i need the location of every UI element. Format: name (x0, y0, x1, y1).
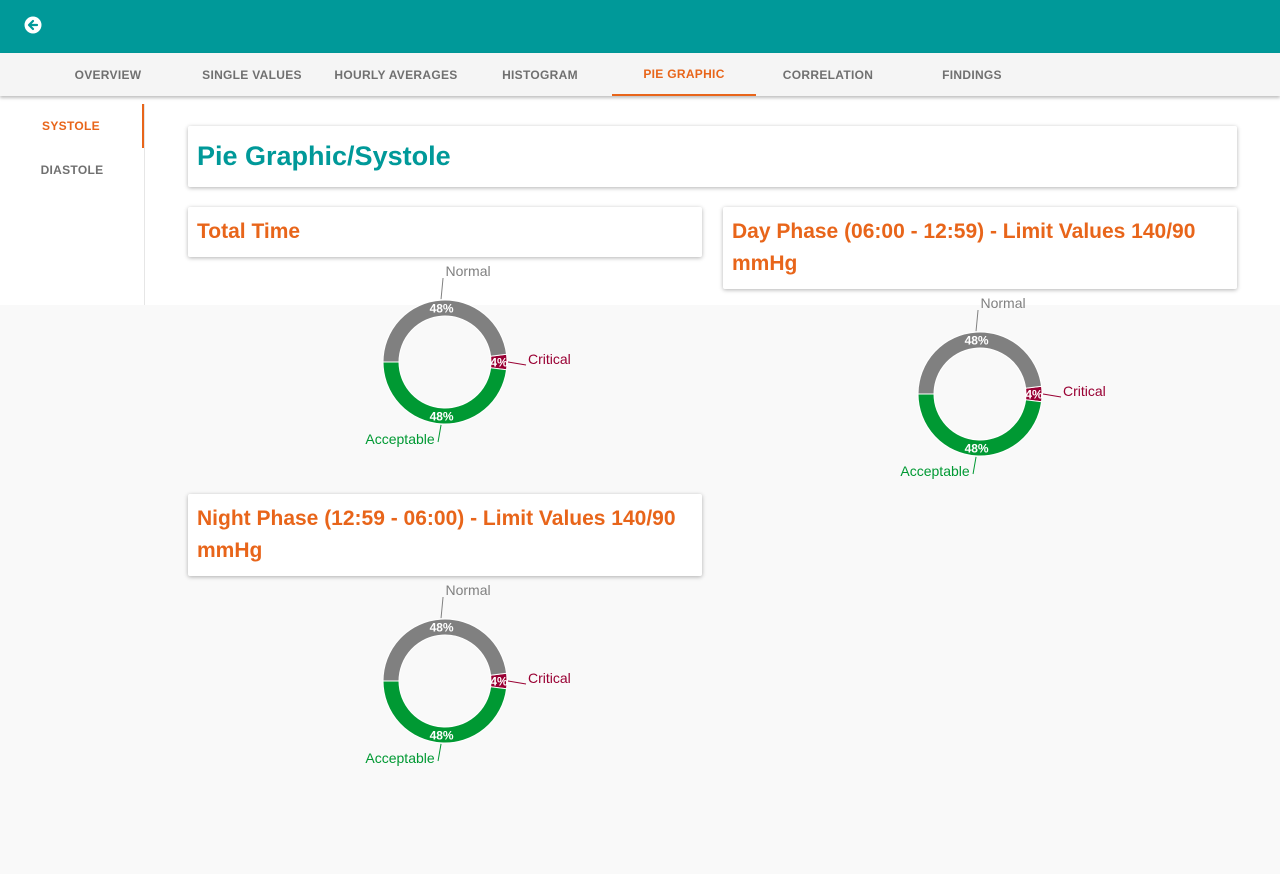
night-phase-donut-chart: 4% Critical 48% Acceptable 48% Normal (365, 582, 571, 766)
tab-correlation[interactable]: CORRELATION (756, 53, 900, 96)
side-nav: SYSTOLE DIASTOLE (0, 104, 145, 305)
pie-leader-line-acceptable (972, 456, 977, 475)
pie-category-label-critical: Critical (528, 351, 571, 367)
pie-category-label-critical: Critical (528, 670, 571, 686)
pie-category-label-acceptable: Acceptable (365, 431, 434, 447)
tab-pie-graphic[interactable]: PIE GRAPHIC (612, 53, 756, 96)
night-phase-card: Night Phase (12:59 - 06:00) - Limit Valu… (188, 494, 702, 576)
app-bar (0, 0, 1280, 53)
tab-overview[interactable]: OVERVIEW (36, 53, 180, 96)
day-phase-card: Day Phase (06:00 - 12:59) - Limit Values… (723, 207, 1237, 289)
day-phase-title: Day Phase (06:00 - 12:59) - Limit Values… (732, 220, 1196, 275)
pie-leader-line-critical (507, 680, 527, 685)
pie-leader-line-critical (507, 361, 527, 366)
side-nav-item-diastole[interactable]: DIASTOLE (0, 148, 144, 192)
tab-bar: OVERVIEW SINGLE VALUES HOURLY AVERAGES H… (0, 53, 1280, 96)
day-phase-donut-chart: 4% Critical 48% Acceptable 48% Normal (900, 295, 1106, 479)
pie-value-label-normal: 48% (965, 334, 989, 348)
pie-value-label-acceptable: 48% (430, 728, 454, 742)
pie-leader-line-critical (1042, 393, 1062, 398)
pie-value-label-acceptable: 48% (965, 441, 989, 455)
tab-histogram[interactable]: HISTOGRAM (468, 53, 612, 96)
page-title: Pie Graphic/Systole (197, 141, 451, 171)
tab-hourly-averages[interactable]: HOURLY AVERAGES (324, 53, 468, 96)
pie-value-label-critical: 4% (490, 356, 508, 370)
pie-leader-line-normal (975, 309, 979, 332)
pie-value-label-acceptable: 48% (430, 409, 454, 423)
arrow-left-circle-icon[interactable] (22, 14, 44, 36)
pie-value-label-normal: 48% (430, 302, 454, 316)
pie-leader-line-normal (440, 596, 444, 619)
pie-leader-line-acceptable (437, 743, 442, 762)
total-time-donut-chart: 4% Critical 48% Acceptable 48% Normal (365, 263, 571, 447)
pie-category-label-normal: Normal (980, 295, 1025, 311)
total-time-title: Total Time (197, 220, 301, 243)
pie-category-label-acceptable: Acceptable (365, 750, 434, 766)
tab-findings[interactable]: FINDINGS (900, 53, 1044, 96)
pie-category-label-normal: Normal (445, 582, 490, 598)
pie-category-label-acceptable: Acceptable (900, 463, 969, 479)
pie-category-label-normal: Normal (445, 263, 490, 279)
page-title-card: Pie Graphic/Systole (188, 126, 1237, 187)
pie-category-label-critical: Critical (1063, 383, 1106, 399)
pie-value-label-critical: 4% (1025, 388, 1043, 402)
pie-value-label-normal: 48% (430, 621, 454, 635)
pie-leader-line-normal (440, 277, 444, 300)
side-nav-item-systole[interactable]: SYSTOLE (0, 104, 144, 148)
total-time-card: Total Time (188, 207, 702, 257)
night-phase-title: Night Phase (12:59 - 06:00) - Limit Valu… (197, 507, 676, 562)
tab-single-values[interactable]: SINGLE VALUES (180, 53, 324, 96)
pie-leader-line-acceptable (437, 424, 442, 443)
pie-value-label-critical: 4% (490, 675, 508, 689)
